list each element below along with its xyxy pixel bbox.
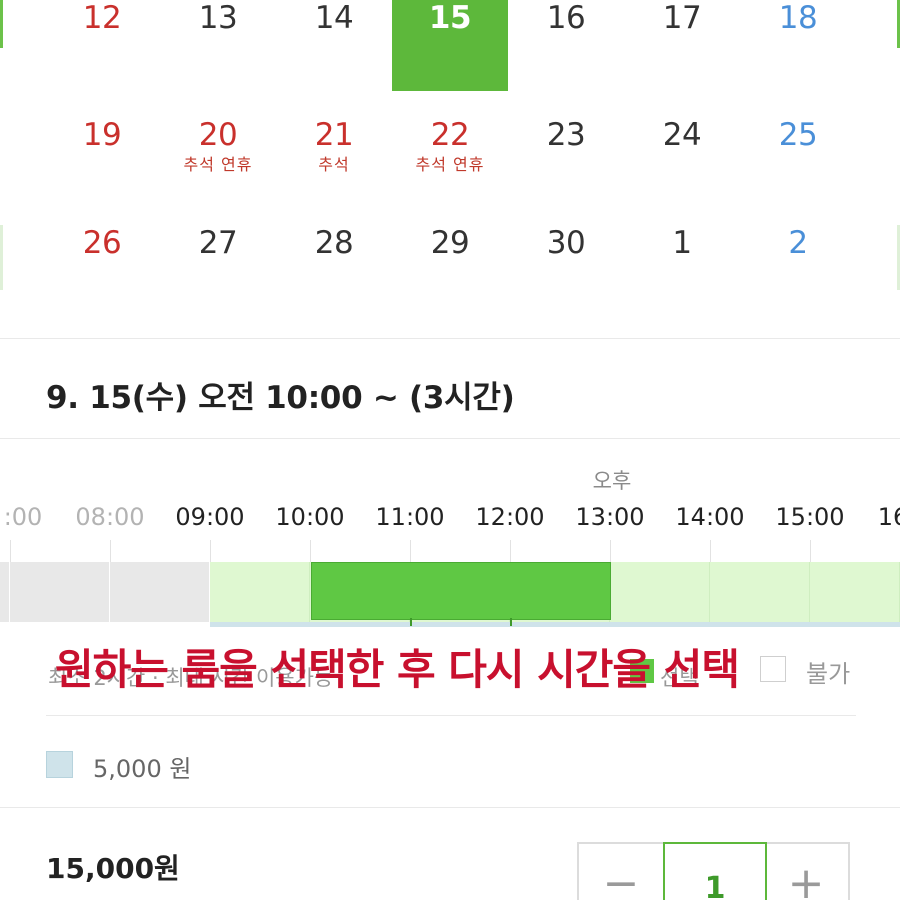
- divider: [0, 807, 900, 808]
- divider: [46, 715, 856, 716]
- calendar-day-number: 18: [778, 0, 818, 36]
- calendar-day[interactable]: 20 추석 연휴: [160, 108, 276, 208]
- calendar-day-number: 20: [198, 117, 238, 153]
- time-slot-unavailable: [10, 562, 110, 622]
- calendar-day-number: 13: [198, 0, 238, 36]
- time-slot-available[interactable]: [710, 562, 810, 622]
- calendar-day-number: 25: [778, 117, 818, 153]
- calendar-day-number: 1: [672, 225, 692, 261]
- calendar-day-number: 14: [314, 0, 354, 36]
- calendar-day-number: 23: [546, 117, 586, 153]
- calendar-day[interactable]: 19: [44, 108, 160, 208]
- calendar-day[interactable]: 13: [160, 0, 276, 91]
- legend-unavailable-label: 불가: [806, 660, 851, 688]
- calendar-day-number: 16: [546, 0, 586, 36]
- calendar-week-row: 26 27 28 29 30 1 2: [0, 216, 900, 326]
- timeline-hour-label: 15:00: [775, 503, 845, 531]
- decrease-button[interactable]: −: [579, 844, 663, 900]
- calendar-day-number: 19: [82, 117, 122, 153]
- holiday-label: 추석 연휴: [415, 155, 485, 174]
- timeline-hour-label: :00: [3, 503, 43, 531]
- selected-time-range[interactable]: [311, 562, 611, 620]
- calendar-day[interactable]: 27: [160, 216, 276, 316]
- timeline-hour-label: 16: [877, 503, 900, 531]
- timeline-hour-label: 12:00: [475, 503, 545, 531]
- calendar-day[interactable]: 26: [44, 216, 160, 316]
- calendar-day-number: 17: [662, 0, 702, 36]
- timeline-hour-label: 09:00: [175, 503, 245, 531]
- calendar-day-number: 27: [198, 225, 238, 261]
- calendar-day[interactable]: 28: [276, 216, 392, 316]
- calendar-day[interactable]: 17: [624, 0, 740, 91]
- calendar-day[interactable]: 22 추석 연휴: [392, 108, 508, 208]
- calendar-day-number: 15: [428, 0, 472, 36]
- holiday-label: 추석: [318, 155, 350, 174]
- timeline-tick: [310, 540, 311, 562]
- timeline-hour-label: 14:00: [675, 503, 745, 531]
- timeline-tick: [10, 540, 11, 562]
- divider: [0, 438, 900, 439]
- time-slot-available[interactable]: [610, 562, 710, 622]
- calendar-day-number: 22: [430, 117, 470, 153]
- quantity-value[interactable]: 1: [663, 842, 767, 900]
- calendar-day[interactable]: 1: [624, 216, 740, 316]
- calendar-day-number: 28: [314, 225, 354, 261]
- calendar-day[interactable]: 14: [276, 0, 392, 91]
- calendar-week-row: 19 20 추석 연휴 21 추석 22 추석 연휴 23 24 25: [0, 108, 900, 218]
- selected-range-tick: [510, 618, 512, 626]
- price-swatch: [46, 751, 73, 778]
- timeline-hour-label: 08:00: [75, 503, 145, 531]
- calendar-day[interactable]: 23: [508, 108, 624, 208]
- timeline-hour-label: 13:00: [575, 503, 645, 531]
- time-slot-available[interactable]: [810, 562, 900, 622]
- calendar-day-number: 29: [430, 225, 470, 261]
- calendar-day-selected[interactable]: 15: [392, 0, 508, 91]
- overlay-notice: 원하는 룸을 선택한 후 다시 시간을 선택: [55, 645, 740, 694]
- calendar-day[interactable]: 25: [740, 108, 856, 208]
- calendar-day[interactable]: 16: [508, 0, 624, 91]
- selected-date-time: 9. 15(수) 오전 10:00 ~ (3시간): [46, 380, 515, 416]
- divider: [0, 338, 900, 339]
- time-slot-unavailable: [110, 562, 210, 622]
- timeline-tick: [210, 540, 211, 562]
- timeline-tick: [710, 540, 711, 562]
- calendar-day-number: 26: [82, 225, 122, 261]
- timeline-tick: [410, 540, 411, 562]
- selected-range-tick: [410, 618, 412, 626]
- calendar-day-number: 12: [82, 0, 122, 36]
- calendar-day[interactable]: 30: [508, 216, 624, 316]
- calendar-day-number: 24: [662, 117, 702, 153]
- timeline-tick: [110, 540, 111, 562]
- calendar-week-row: 12 13 14 15 16 17 18: [0, 0, 900, 110]
- timeline-hour-label: 11:00: [375, 503, 445, 531]
- timeline-hour-label: 10:00: [275, 503, 345, 531]
- quantity-stepper: − 1 +: [577, 842, 850, 900]
- timeline-tick: [810, 540, 811, 562]
- calendar-day[interactable]: 24: [624, 108, 740, 208]
- price-indicator-strip: [210, 622, 900, 627]
- timeline-ampm-label: 오후: [592, 469, 632, 493]
- calendar-day[interactable]: 21 추석: [276, 108, 392, 208]
- unavailable-swatch: [760, 656, 786, 682]
- calendar-day-number: 30: [546, 225, 586, 261]
- calendar-day[interactable]: 2: [740, 216, 856, 316]
- total-price: 15,000원: [46, 852, 180, 885]
- calendar-day[interactable]: 18: [740, 0, 856, 91]
- increase-button[interactable]: +: [764, 844, 848, 900]
- time-slot-unavailable: [0, 562, 10, 622]
- timeline-tick: [510, 540, 511, 562]
- calendar-day-number: 21: [314, 117, 354, 153]
- calendar-day[interactable]: 29: [392, 216, 508, 316]
- timeline-tick: [610, 540, 611, 562]
- time-slot-available[interactable]: [210, 562, 310, 622]
- holiday-label: 추석 연휴: [183, 155, 253, 174]
- calendar-day[interactable]: 12: [44, 0, 160, 91]
- calendar-day-number: 2: [788, 225, 808, 261]
- unit-price-label: 5,000 원: [93, 755, 192, 783]
